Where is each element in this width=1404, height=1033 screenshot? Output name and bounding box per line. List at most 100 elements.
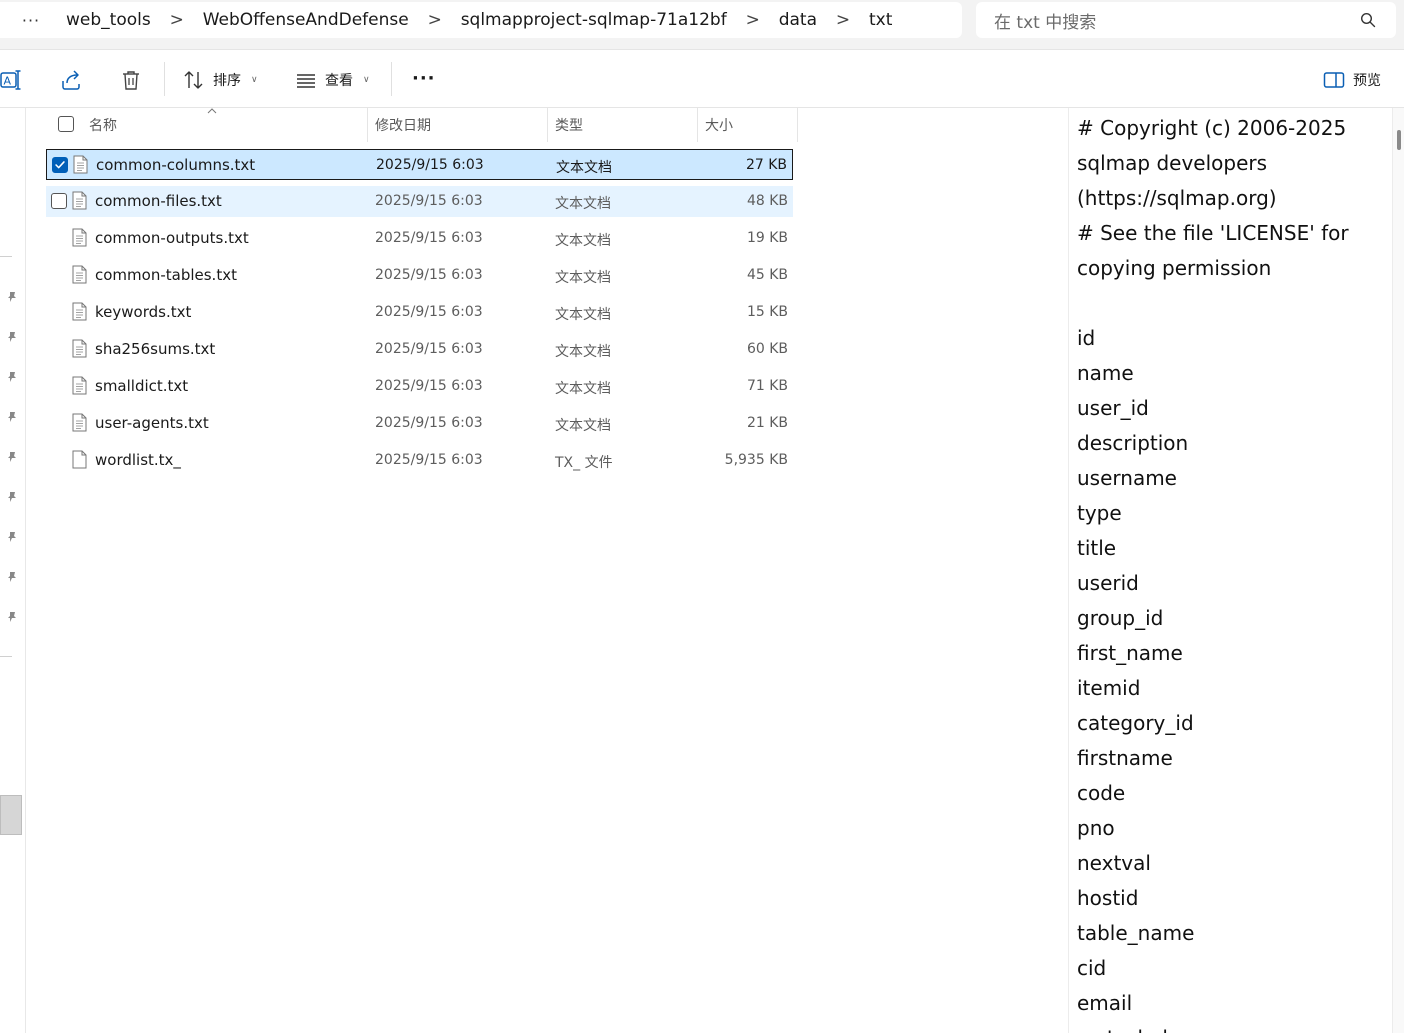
column-header-name[interactable]: 名称 (89, 108, 367, 142)
sort-button[interactable]: 排序 ∨ (183, 68, 258, 92)
preview-line: code (1077, 781, 1126, 805)
preview-line: type (1077, 501, 1122, 525)
pin-icon[interactable] (6, 371, 18, 383)
preview-line: # Copyright (c) 2006-2025 (1077, 116, 1347, 140)
search-input[interactable]: 在 txt 中搜索 (976, 2, 1396, 38)
breadcrumb-chevron-icon[interactable]: > (155, 10, 199, 30)
pin-icon[interactable] (6, 331, 18, 343)
pin-icon[interactable] (6, 491, 18, 503)
breadcrumb[interactable]: ··· web_tools > WebOffenseAndDefense > s… (0, 2, 962, 38)
preview-line: (https://sqlmap.org) (1077, 186, 1277, 210)
file-name: common-columns.txt (96, 156, 256, 174)
column-header-type[interactable]: 类型 (555, 108, 697, 142)
text-document-icon (72, 265, 87, 284)
nav-divider (0, 656, 12, 657)
preview-line: id (1077, 326, 1096, 350)
breadcrumb-item-data[interactable]: data (775, 10, 821, 30)
breadcrumb-item-txt[interactable]: txt (865, 10, 896, 30)
chevron-down-icon: ∨ (251, 75, 258, 85)
row-checkbox[interactable] (51, 193, 67, 209)
file-date: 2025/9/15 6:03 (375, 193, 483, 209)
breadcrumb-chevron-icon[interactable]: > (821, 10, 865, 30)
breadcrumb-chevron-icon[interactable]: > (413, 10, 457, 30)
sort-ascending-icon (207, 108, 217, 114)
more-icon: ··· (412, 67, 436, 89)
file-name: sha256sums.txt (95, 340, 216, 358)
share-button[interactable] (60, 68, 82, 92)
preview-line: user_id (1077, 396, 1149, 420)
view-list-icon (297, 74, 315, 88)
column-separator[interactable] (697, 108, 698, 142)
rename-icon: A (0, 70, 21, 90)
breadcrumb-item-web-tools[interactable]: web_tools (62, 10, 155, 30)
select-all-checkbox[interactable] (58, 116, 74, 132)
column-separator[interactable] (367, 108, 368, 142)
row-checkbox[interactable] (52, 157, 68, 173)
preview-line: firstname (1077, 746, 1173, 770)
file-size: 48 KB (746, 193, 788, 209)
preview-line: email (1077, 991, 1133, 1015)
column-header-size[interactable]: 大小 (705, 108, 797, 142)
breadcrumb-chevron-icon[interactable]: > (731, 10, 775, 30)
breadcrumb-item-weboffenseanddefense[interactable]: WebOffenseAndDefense (199, 10, 413, 30)
file-date: 2025/9/15 6:03 (375, 230, 483, 246)
preview-scrollbar-thumb[interactable] (1397, 130, 1401, 150)
column-separator[interactable] (797, 108, 798, 142)
preview-line: # See the file 'LICENSE' for (1077, 221, 1349, 245)
pin-icon[interactable] (6, 411, 18, 423)
preview-line: hostid (1077, 886, 1139, 910)
pin-icon[interactable] (6, 571, 18, 583)
preview-line: category_id (1077, 711, 1194, 735)
file-row[interactable]: common-files.txt 2025/9/15 6:03 文本文档 48 KB (46, 186, 793, 217)
column-header-date[interactable]: 修改日期 (375, 108, 547, 142)
file-size: 15 KB (746, 304, 788, 320)
search-placeholder: 在 txt 中搜索 (994, 12, 1097, 33)
breadcrumb-more-button[interactable]: ··· (0, 11, 62, 30)
column-separator[interactable] (547, 108, 548, 142)
breadcrumb-item-sqlmapproject[interactable]: sqlmapproject-sqlmap-71a12bf (457, 10, 731, 30)
file-type: TX_ 文件 (555, 455, 613, 471)
preview-line: pno (1077, 816, 1115, 840)
file-row[interactable]: sha256sums.txt 2025/9/15 6:03 文本文档 60 KB (46, 334, 793, 365)
pin-icon[interactable] (6, 291, 18, 303)
toolbar-divider (391, 62, 392, 96)
file-date: 2025/9/15 6:03 (375, 304, 483, 320)
svg-text:A: A (4, 75, 12, 88)
file-row[interactable]: common-tables.txt 2025/9/15 6:03 文本文档 45 KB (46, 260, 793, 291)
file-type: 文本文档 (555, 344, 611, 360)
toolbar-divider (164, 62, 165, 96)
preview-line: itemid (1077, 676, 1141, 700)
sort-label: 排序 (213, 73, 241, 89)
rename-button[interactable]: A (0, 68, 22, 92)
pin-icon[interactable] (6, 531, 18, 543)
search-icon[interactable] (1360, 12, 1376, 28)
pin-icon[interactable] (6, 611, 18, 623)
preview-line: group_id (1077, 606, 1164, 630)
file-row[interactable]: common-columns.txt 2025/9/15 6:03 文本文档 27 K… (46, 149, 793, 180)
file-row[interactable]: wordlist.tx_ 2025/9/15 6:03 TX_ 文件 5,935 KB (46, 445, 793, 476)
more-options-button[interactable]: ··· (412, 66, 436, 90)
trash-icon (123, 71, 139, 90)
delete-button[interactable] (120, 68, 142, 92)
file-row[interactable]: keywords.txt 2025/9/15 6:03 文本文档 15 KB (46, 297, 793, 328)
file-date: 2025/9/15 6:03 (375, 378, 483, 394)
file-row[interactable]: common-outputs.txt 2025/9/15 6:03 文本文档 19 K… (46, 223, 793, 254)
file-date: 2025/9/15 6:03 (375, 341, 483, 357)
text-document-icon (72, 413, 87, 432)
file-type: 文本文档 (555, 381, 611, 397)
preview-scrollbar[interactable] (1392, 108, 1404, 1033)
view-button[interactable]: 查看 ∨ (295, 68, 370, 92)
file-row[interactable]: smalldict.txt 2025/9/15 6:03 文本文档 71 KB (46, 371, 793, 402)
preview-pane: # Copyright (c) 2006-2025 sqlmap develope… (1068, 108, 1404, 1033)
preview-line: description (1077, 431, 1189, 455)
file-type: 文本文档 (555, 233, 611, 249)
file-size: 71 KB (746, 378, 788, 394)
column-header-name-label: 名称 (89, 118, 117, 134)
file-row[interactable]: user-agents.txt 2025/9/15 6:03 文本文档 21 KB (46, 408, 793, 439)
preview-line: table_name (1077, 921, 1195, 945)
pin-icon[interactable] (6, 451, 18, 463)
file-size: 60 KB (746, 341, 788, 357)
file-date: 2025/9/15 6:03 (375, 415, 483, 431)
preview-toggle-button[interactable]: 预览 (1323, 68, 1381, 92)
nav-scrollbar-thumb[interactable] (0, 795, 22, 835)
